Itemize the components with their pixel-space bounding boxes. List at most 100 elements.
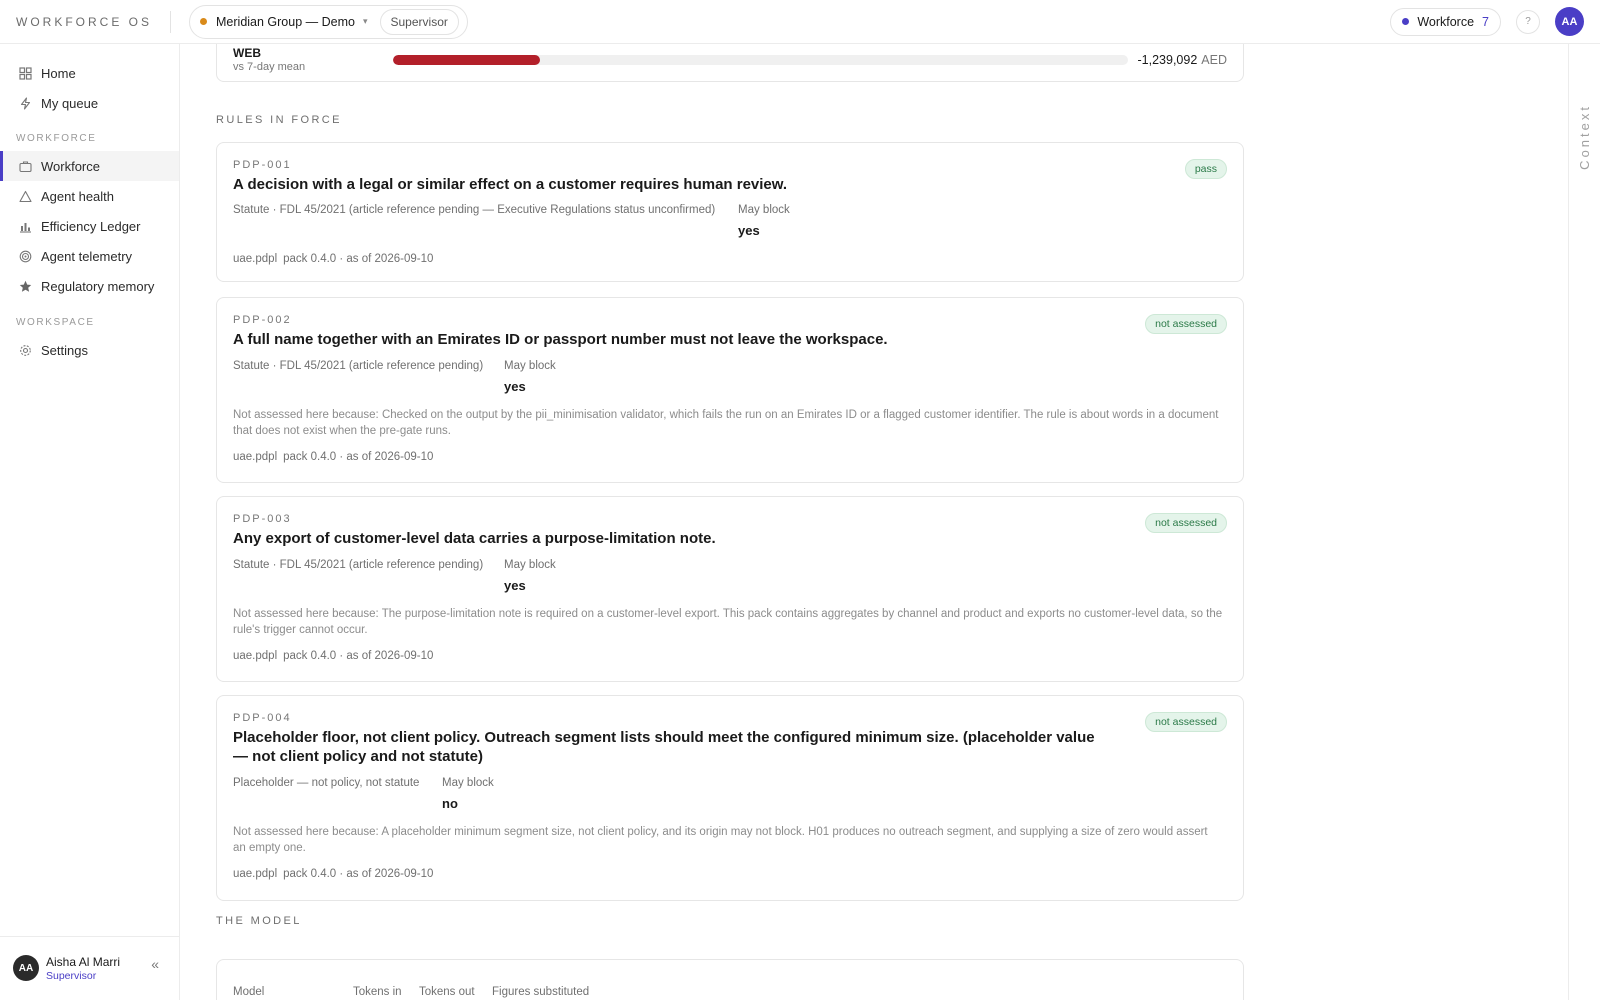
rule-card: PDP-003 not assessed Any export of custo… bbox=[216, 496, 1244, 682]
rule-title: A full name together with an Emirates ID… bbox=[233, 331, 888, 348]
workforce-count-button[interactable]: Workforce 7 bbox=[1390, 7, 1501, 36]
section-title-model: THE MODEL bbox=[216, 915, 302, 927]
rule-id: PDP-002 bbox=[233, 314, 292, 326]
status-badge: not assessed bbox=[1145, 314, 1227, 334]
workforce-dot bbox=[1402, 18, 1410, 25]
status-badge: not assessed bbox=[1145, 513, 1227, 533]
model-column-header: Tokens out bbox=[419, 986, 475, 998]
rule-id: PDP-001 bbox=[233, 159, 292, 171]
pack-id: uae.pdpl bbox=[233, 451, 278, 463]
avatar[interactable]: AA bbox=[1555, 7, 1584, 36]
user-name: Aisha Al Marri bbox=[46, 955, 121, 969]
sidebar-item-label: Settings bbox=[41, 342, 88, 358]
model-column-header: Tokens in bbox=[353, 986, 402, 998]
rule-pack-meta: uae.pdpl pack 0.4.0 · as of 2026-09-10 bbox=[233, 451, 433, 463]
may-block-value: no bbox=[442, 796, 458, 811]
rule-source: Statute · FDL 45/2021 (article reference… bbox=[233, 204, 716, 216]
user-profile[interactable]: AA Aisha Al Marri Supervisor « bbox=[0, 936, 179, 1000]
bar-chart-icon bbox=[19, 220, 32, 233]
sidebar-item-agent-telemetry[interactable]: Agent telemetry bbox=[0, 241, 179, 271]
rule-title: A decision with a legal or similar effec… bbox=[233, 176, 788, 193]
variance-unit: AED bbox=[1201, 53, 1227, 67]
sidebar-item-label: Home bbox=[41, 65, 76, 81]
pack-version: pack 0.4.0 · as of 2026-09-10 bbox=[283, 253, 434, 265]
rule-pack-meta: uae.pdpl pack 0.4.0 · as of 2026-09-10 bbox=[233, 650, 433, 662]
user-role: Supervisor bbox=[46, 970, 97, 982]
sidebar-item-label: My queue bbox=[41, 95, 99, 111]
role-badge[interactable]: Supervisor bbox=[379, 8, 459, 35]
sidebar-item-regulatory-memory[interactable]: Regulatory memory bbox=[0, 271, 179, 301]
variance-amount: -1,239,092 bbox=[1137, 53, 1198, 67]
warning-triangle-icon bbox=[19, 190, 32, 203]
rule-pack-meta: uae.pdpl pack 0.4.0 · as of 2026-09-10 bbox=[233, 868, 433, 880]
may-block-label: May block bbox=[442, 777, 494, 789]
workforce-label: Workforce bbox=[1417, 14, 1475, 29]
rule-card: PDP-004 not assessed Placeholder floor, … bbox=[216, 695, 1244, 901]
pack-id: uae.pdpl bbox=[233, 253, 278, 265]
context-rail-label: Context bbox=[1577, 104, 1592, 170]
rule-title: Any export of customer-level data carrie… bbox=[233, 530, 716, 547]
sidebar-item-agent-health[interactable]: Agent health bbox=[0, 181, 179, 211]
pack-version: pack 0.4.0 · as of 2026-09-10 bbox=[283, 451, 434, 463]
sidebar-item-home[interactable]: Home bbox=[0, 58, 179, 88]
org-name: Meridian Group — Demo bbox=[216, 14, 355, 29]
channel-sublabel: vs 7-day mean bbox=[233, 61, 306, 73]
may-block-label: May block bbox=[738, 204, 790, 216]
rule-pack-meta: uae.pdpl pack 0.4.0 · as of 2026-09-10 bbox=[233, 253, 433, 265]
workforce-count: 7 bbox=[1482, 14, 1489, 29]
model-card: Model Tokens in Tokens out Figures subst… bbox=[216, 959, 1244, 1000]
sidebar-item-settings[interactable]: Settings bbox=[0, 335, 179, 365]
main-content: WEB vs 7-day mean -1,239,092 AED RULES IN… bbox=[180, 44, 1568, 1000]
top-bar: WORKFORCE OS Meridian Group — Demo ▾ Sup… bbox=[0, 0, 1600, 44]
gear-icon bbox=[19, 344, 32, 357]
may-block-value: yes bbox=[504, 578, 526, 593]
sidebar-item-label: Efficiency Ledger bbox=[41, 218, 141, 234]
model-column-header: Figures substituted bbox=[492, 986, 590, 998]
variance-bar-track bbox=[393, 55, 1128, 65]
org-switcher[interactable]: Meridian Group — Demo ▾ Supervisor bbox=[189, 4, 468, 39]
pack-id: uae.pdpl bbox=[233, 650, 278, 662]
pack-version: pack 0.4.0 · as of 2026-09-10 bbox=[283, 868, 434, 880]
rule-card: PDP-002 not assessed A full name togethe… bbox=[216, 297, 1244, 483]
may-block-value: yes bbox=[504, 379, 526, 394]
rule-assessment-note: Not assessed here because: The purpose-l… bbox=[233, 608, 1223, 636]
lightning-icon bbox=[19, 96, 32, 110]
avatar: AA bbox=[13, 955, 39, 981]
sidebar-item-label: Workforce bbox=[41, 158, 100, 174]
rule-title: Placeholder floor, not client policy. Ou… bbox=[233, 729, 1095, 765]
variance-bar-fill bbox=[393, 55, 540, 65]
sidebar: Home My queue WORKFORCE Workforce Agent … bbox=[0, 44, 180, 1000]
pack-id: uae.pdpl bbox=[233, 868, 278, 880]
sidebar-item-label: Agent telemetry bbox=[41, 248, 133, 264]
pack-version: pack 0.4.0 · as of 2026-09-10 bbox=[283, 650, 434, 662]
sidebar-item-efficiency-ledger[interactable]: Efficiency Ledger bbox=[0, 211, 179, 241]
rule-id: PDP-003 bbox=[233, 513, 292, 525]
rule-source: Statute · FDL 45/2021 (article reference… bbox=[233, 559, 484, 571]
sidebar-item-my-queue[interactable]: My queue bbox=[0, 88, 179, 118]
variance-value: -1,239,092 AED bbox=[1138, 53, 1227, 67]
rule-source: Statute · FDL 45/2021 (article reference… bbox=[233, 360, 484, 372]
status-badge: not assessed bbox=[1145, 712, 1227, 732]
channel-label: WEB bbox=[233, 46, 261, 60]
nav-section-workforce: WORKFORCE bbox=[16, 133, 97, 144]
may-block-label: May block bbox=[504, 559, 556, 571]
help-icon[interactable]: ? bbox=[1516, 9, 1540, 34]
rule-assessment-note: Not assessed here because: A placeholder… bbox=[233, 826, 1208, 854]
channel-variance-row: WEB vs 7-day mean -1,239,092 AED bbox=[216, 44, 1244, 82]
collapse-sidebar-icon[interactable]: « bbox=[151, 956, 159, 972]
sidebar-item-label: Agent health bbox=[41, 188, 115, 204]
may-block-value: yes bbox=[738, 223, 760, 238]
rule-card: PDP-001 pass A decision with a legal or … bbox=[216, 142, 1244, 282]
briefcase-icon bbox=[19, 160, 32, 173]
brand-divider bbox=[170, 10, 172, 33]
target-icon bbox=[19, 250, 32, 263]
chevron-down-icon: ▾ bbox=[362, 16, 368, 26]
org-status-dot bbox=[200, 18, 208, 25]
status-badge: pass bbox=[1184, 159, 1227, 179]
rule-assessment-note: Not assessed here because: Checked on th… bbox=[233, 409, 1219, 437]
sidebar-item-label: Regulatory memory bbox=[41, 278, 155, 294]
context-rail[interactable]: Context bbox=[1568, 44, 1600, 1000]
sidebar-item-workforce[interactable]: Workforce bbox=[0, 151, 179, 181]
rule-id: PDP-004 bbox=[233, 712, 292, 724]
app-brand: WORKFORCE OS bbox=[16, 14, 153, 29]
